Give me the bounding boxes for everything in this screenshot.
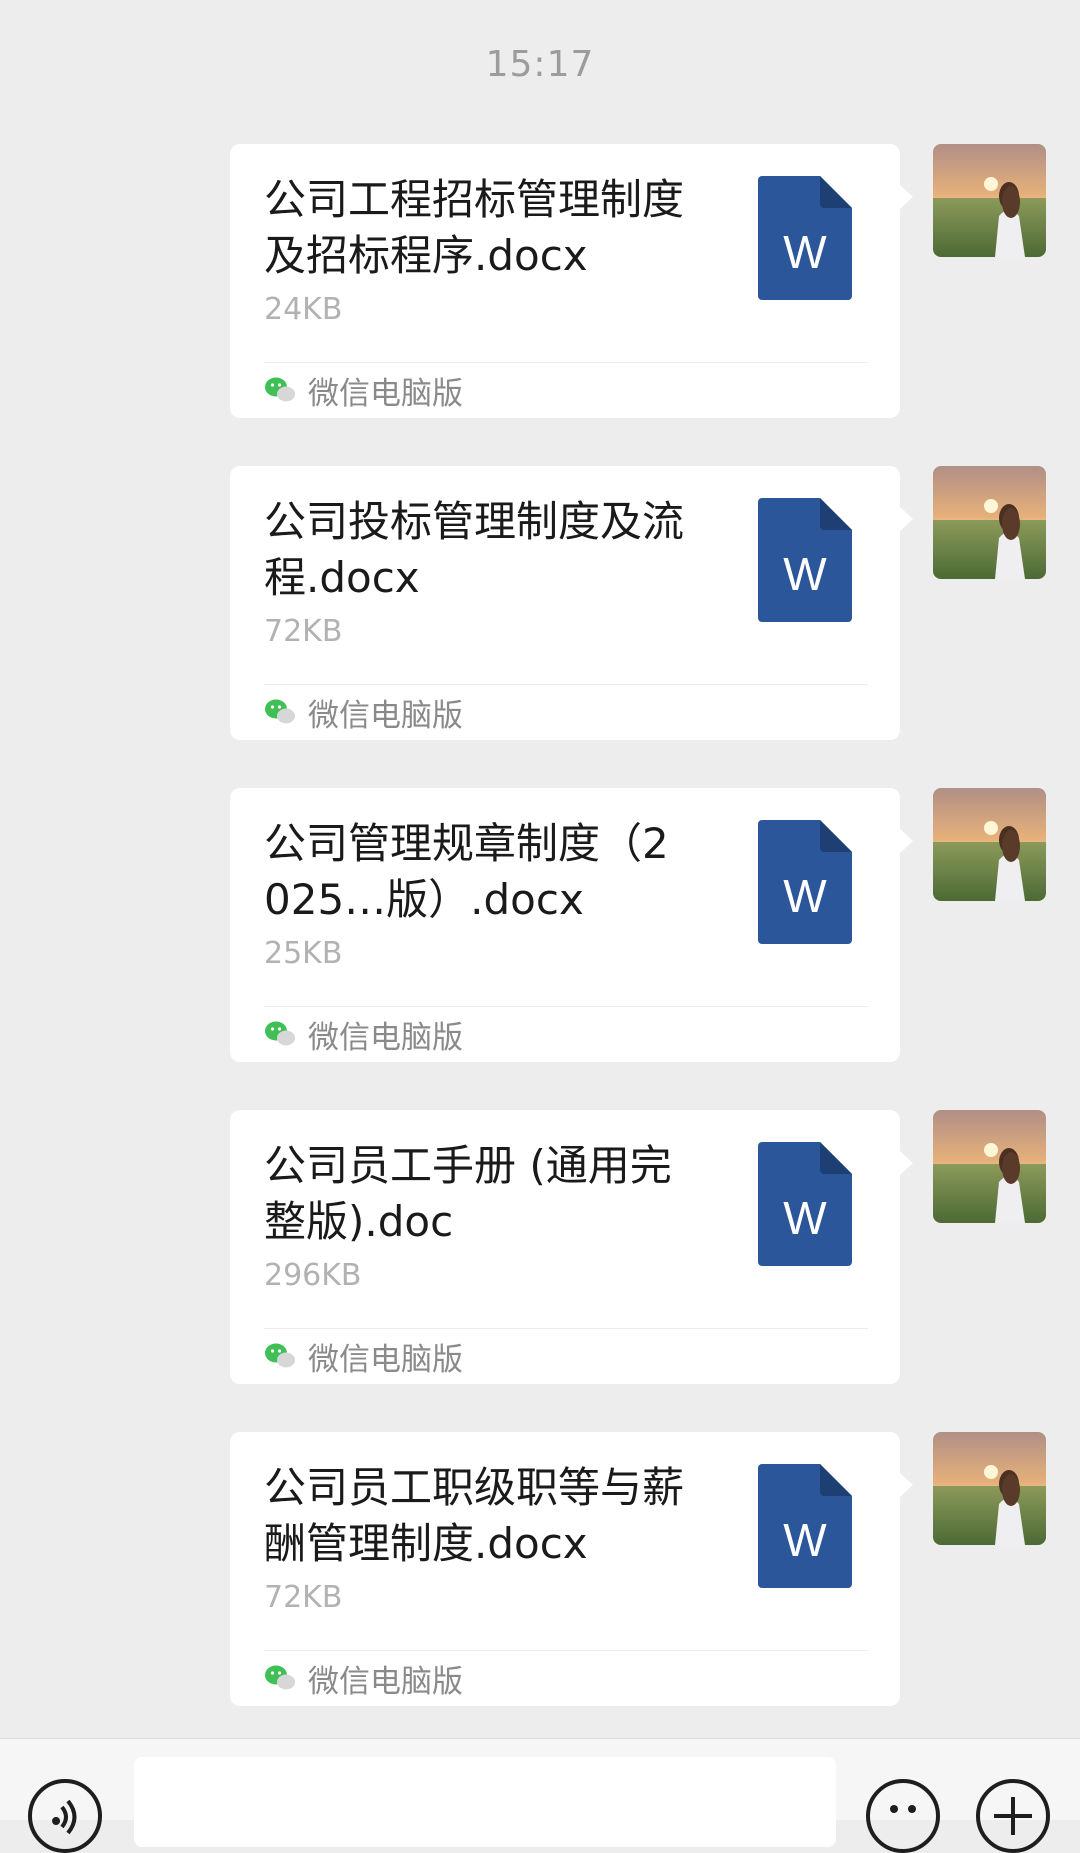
source-label: 微信电脑版 [308, 1663, 463, 1700]
source-label: 微信电脑版 [308, 697, 463, 734]
file-card[interactable]: 公司投标管理制度及流程.docx 72KB W 微信电脑版 [230, 466, 913, 740]
source-row: 微信电脑版 [264, 692, 463, 734]
emoji-icon [890, 1805, 916, 1813]
file-name: 公司员工手册 (通用完整版).doc [264, 1141, 672, 1246]
svg-text:W: W [783, 1514, 827, 1566]
svg-text:W: W [783, 548, 827, 600]
file-name: 公司工程招标管理制度及招标程序.docx [264, 175, 685, 280]
file-size: 296KB [264, 1258, 362, 1293]
voice-button[interactable] [28, 1779, 102, 1853]
svg-text:W: W [783, 226, 827, 278]
message-input[interactable] [134, 1757, 836, 1847]
avatar[interactable] [933, 466, 1046, 579]
input-bar [0, 1738, 1080, 1853]
file-message: 公司工程招标管理制度及招标程序.docx 24KB W 微信电脑版 [0, 144, 1080, 418]
voice-icon [52, 1799, 77, 1835]
word-doc-icon: W [758, 498, 852, 622]
source-row: 微信电脑版 [264, 1014, 463, 1056]
word-doc-icon: W [758, 1142, 852, 1266]
source-row: 微信电脑版 [264, 1336, 463, 1378]
divider [264, 684, 868, 685]
wechat-icon [264, 374, 296, 406]
file-name: 公司管理规章制度（2025…版）.docx [264, 819, 669, 924]
file-card[interactable]: 公司员工手册 (通用完整版).doc 296KB W 微信电脑版 [230, 1110, 913, 1384]
divider [264, 1006, 868, 1007]
divider [264, 362, 868, 363]
file-card[interactable]: 公司管理规章制度（2025…版）.docx 25KB W 微信电脑版 [230, 788, 913, 1062]
file-card[interactable]: 公司工程招标管理制度及招标程序.docx 24KB W 微信电脑版 [230, 144, 913, 418]
avatar[interactable] [933, 1432, 1046, 1545]
source-label: 微信电脑版 [308, 1341, 463, 1378]
avatar[interactable] [933, 788, 1046, 901]
file-size: 72KB [264, 1580, 343, 1615]
file-message: 公司员工职级职等与薪酬管理制度.docx 72KB W 微信电脑版 [0, 1432, 1080, 1706]
file-size: 72KB [264, 614, 343, 649]
message-timestamp: 15:17 [485, 44, 595, 85]
file-size: 25KB [264, 936, 343, 971]
file-message: 公司投标管理制度及流程.docx 72KB W 微信电脑版 [0, 466, 1080, 740]
file-message: 公司管理规章制度（2025…版）.docx 25KB W 微信电脑版 [0, 788, 1080, 1062]
emoji-button[interactable] [866, 1779, 940, 1853]
source-row: 微信电脑版 [264, 1658, 463, 1700]
file-name: 公司投标管理制度及流程.docx [264, 497, 685, 602]
wechat-icon [264, 1662, 296, 1694]
source-label: 微信电脑版 [308, 1019, 463, 1056]
divider [264, 1650, 868, 1651]
source-row: 微信电脑版 [264, 370, 463, 412]
avatar[interactable] [933, 144, 1046, 257]
svg-text:W: W [783, 1192, 827, 1244]
plus-icon [994, 1797, 1032, 1835]
file-card[interactable]: 公司员工职级职等与薪酬管理制度.docx 72KB W 微信电脑版 [230, 1432, 913, 1706]
file-message: 公司员工手册 (通用完整版).doc 296KB W 微信电脑版 [0, 1110, 1080, 1384]
plus-button[interactable] [976, 1779, 1050, 1853]
wechat-icon [264, 1340, 296, 1372]
avatar[interactable] [933, 1110, 1046, 1223]
wechat-icon [264, 1018, 296, 1050]
wechat-icon [264, 696, 296, 728]
word-doc-icon: W [758, 176, 852, 300]
source-label: 微信电脑版 [308, 375, 463, 412]
divider [264, 1328, 868, 1329]
svg-text:W: W [783, 870, 827, 922]
word-doc-icon: W [758, 1464, 852, 1588]
word-doc-icon: W [758, 820, 852, 944]
file-size: 24KB [264, 292, 343, 327]
file-name: 公司员工职级职等与薪酬管理制度.docx [264, 1463, 685, 1568]
